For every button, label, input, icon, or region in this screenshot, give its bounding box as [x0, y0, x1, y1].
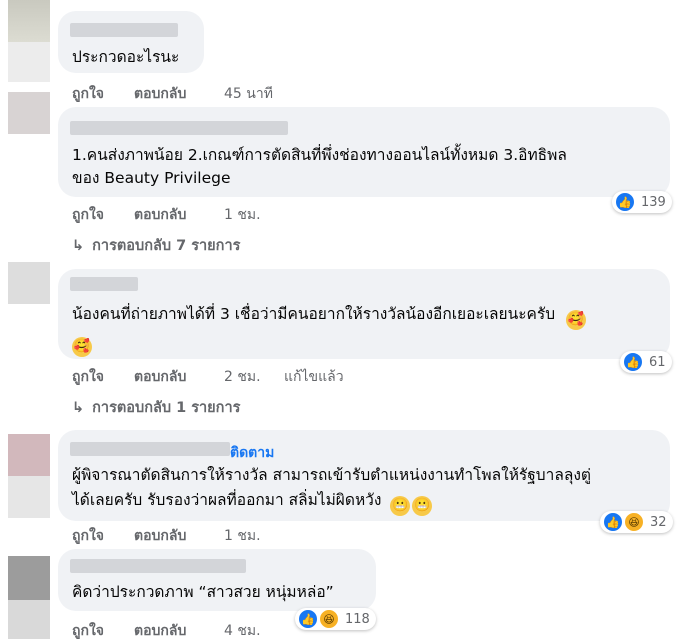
reactions-summary[interactable]: 👍 😆 32: [600, 511, 673, 533]
timestamp[interactable]: 2 ชม.: [224, 366, 261, 388]
reply-button[interactable]: ตอบกลับ: [134, 83, 186, 105]
avatar[interactable]: [8, 476, 50, 518]
follow-button[interactable]: ติดตาม: [230, 442, 274, 464]
reactions-summary[interactable]: 👍 😆 118: [295, 608, 376, 630]
comment-text: 1.คนส่งภาพน้อย 2.เกณฑ์การตัดสินที่พึ่งช่…: [72, 146, 567, 164]
like-button[interactable]: ถูกใจ: [72, 83, 104, 105]
avatar[interactable]: [8, 434, 50, 476]
avatar[interactable]: [8, 92, 50, 134]
comment-text-line: ได้เลยครับ รับรองว่าผลที่ออกมา สลิ่มไม่ผ…: [72, 491, 382, 509]
like-icon: 👍: [603, 512, 623, 532]
reply-button[interactable]: ตอบกลับ: [134, 525, 186, 547]
grimacing-face-icon: 😬: [412, 496, 433, 516]
view-replies-link[interactable]: ↳ การตอบกลับ 7 รายการ: [72, 234, 240, 257]
comment-text: น้องคนที่ถ่ายภาพได้ที่ 3 เชื่อว่ามีคนอยา…: [72, 302, 586, 330]
reactions-summary[interactable]: 👍 139: [612, 191, 672, 213]
comment-bubble: ติดตาม ผู้พิจารณาตัดสินการให้รางวัล สามา…: [58, 430, 670, 521]
view-replies-link[interactable]: ↳ การตอบกลับ 1 รายการ: [72, 396, 240, 419]
avatar[interactable]: [8, 262, 50, 304]
comment-text: ได้เลยครับ รับรองว่าผลที่ออกมา สลิ่มไม่ผ…: [72, 488, 433, 516]
reaction-count: 139: [641, 194, 666, 210]
reaction-count: 118: [345, 611, 370, 627]
reply-arrow-icon: ↳: [72, 400, 85, 416]
comment-bubble: น้องคนที่ถ่ายภาพได้ที่ 3 เชื่อว่ามีคนอยา…: [58, 269, 670, 359]
reply-button[interactable]: ตอบกลับ: [134, 204, 186, 226]
like-button[interactable]: ถูกใจ: [72, 525, 104, 547]
reaction-count: 32: [650, 514, 667, 530]
commenter-name-redacted[interactable]: [70, 277, 138, 291]
reply-button[interactable]: ตอบกลับ: [134, 366, 186, 388]
commenter-name-redacted[interactable]: [70, 23, 178, 37]
comment-text: ประกวดอะไรนะ: [72, 48, 180, 66]
comment-text: ของ Beauty Privilege: [72, 169, 231, 187]
like-icon: 👍: [298, 609, 318, 629]
comment-text: 🥰: [72, 329, 92, 357]
avatar[interactable]: [8, 0, 50, 42]
reply-arrow-icon: ↳: [72, 238, 85, 254]
reactions-summary[interactable]: 👍 61: [620, 351, 672, 373]
smiling-face-icon: 🥰: [566, 310, 586, 330]
like-button[interactable]: ถูกใจ: [72, 204, 104, 226]
comment-text: คิดว่าประกวดภาพ “สาวสวย หนุ่มหล่อ”: [72, 583, 334, 601]
comment-bubble: 1.คนส่งภาพน้อย 2.เกณฑ์การตัดสินที่พึ่งช่…: [58, 107, 670, 197]
avatar[interactable]: [8, 556, 50, 600]
timestamp[interactable]: 1 ชม.: [224, 204, 261, 226]
haha-icon: 😆: [624, 512, 644, 532]
timestamp[interactable]: 45 นาที: [224, 83, 273, 105]
smiling-face-icon: 🥰: [72, 337, 92, 357]
comment-text-line: น้องคนที่ถ่ายภาพได้ที่ 3 เชื่อว่ามีคนอยา…: [72, 305, 556, 323]
like-icon: 👍: [623, 352, 643, 372]
replies-count-label: การตอบกลับ 1 รายการ: [92, 400, 241, 416]
like-icon: 👍: [615, 192, 635, 212]
edited-label[interactable]: แก้ไขแล้ว: [284, 366, 344, 388]
timestamp[interactable]: 1 ชม.: [224, 525, 261, 547]
grimacing-face-icon: 😬: [390, 496, 411, 516]
commenter-name-redacted[interactable]: [70, 442, 230, 456]
like-button[interactable]: ถูกใจ: [72, 366, 104, 388]
reaction-count: 61: [649, 354, 666, 370]
avatar[interactable]: [8, 600, 50, 639]
commenter-name-redacted[interactable]: [70, 121, 288, 135]
avatar[interactable]: [8, 42, 50, 82]
haha-icon: 😆: [319, 609, 339, 629]
commenter-name-redacted[interactable]: [70, 559, 246, 573]
comment-text: ผู้พิจารณาตัดสินการให้รางวัล สามารถเข้าร…: [72, 466, 591, 484]
comment-bubble: คิดว่าประกวดภาพ “สาวสวย หนุ่มหล่อ”: [58, 549, 376, 611]
comment-bubble: ประกวดอะไรนะ: [58, 11, 204, 73]
replies-count-label: การตอบกลับ 7 รายการ: [92, 238, 241, 254]
